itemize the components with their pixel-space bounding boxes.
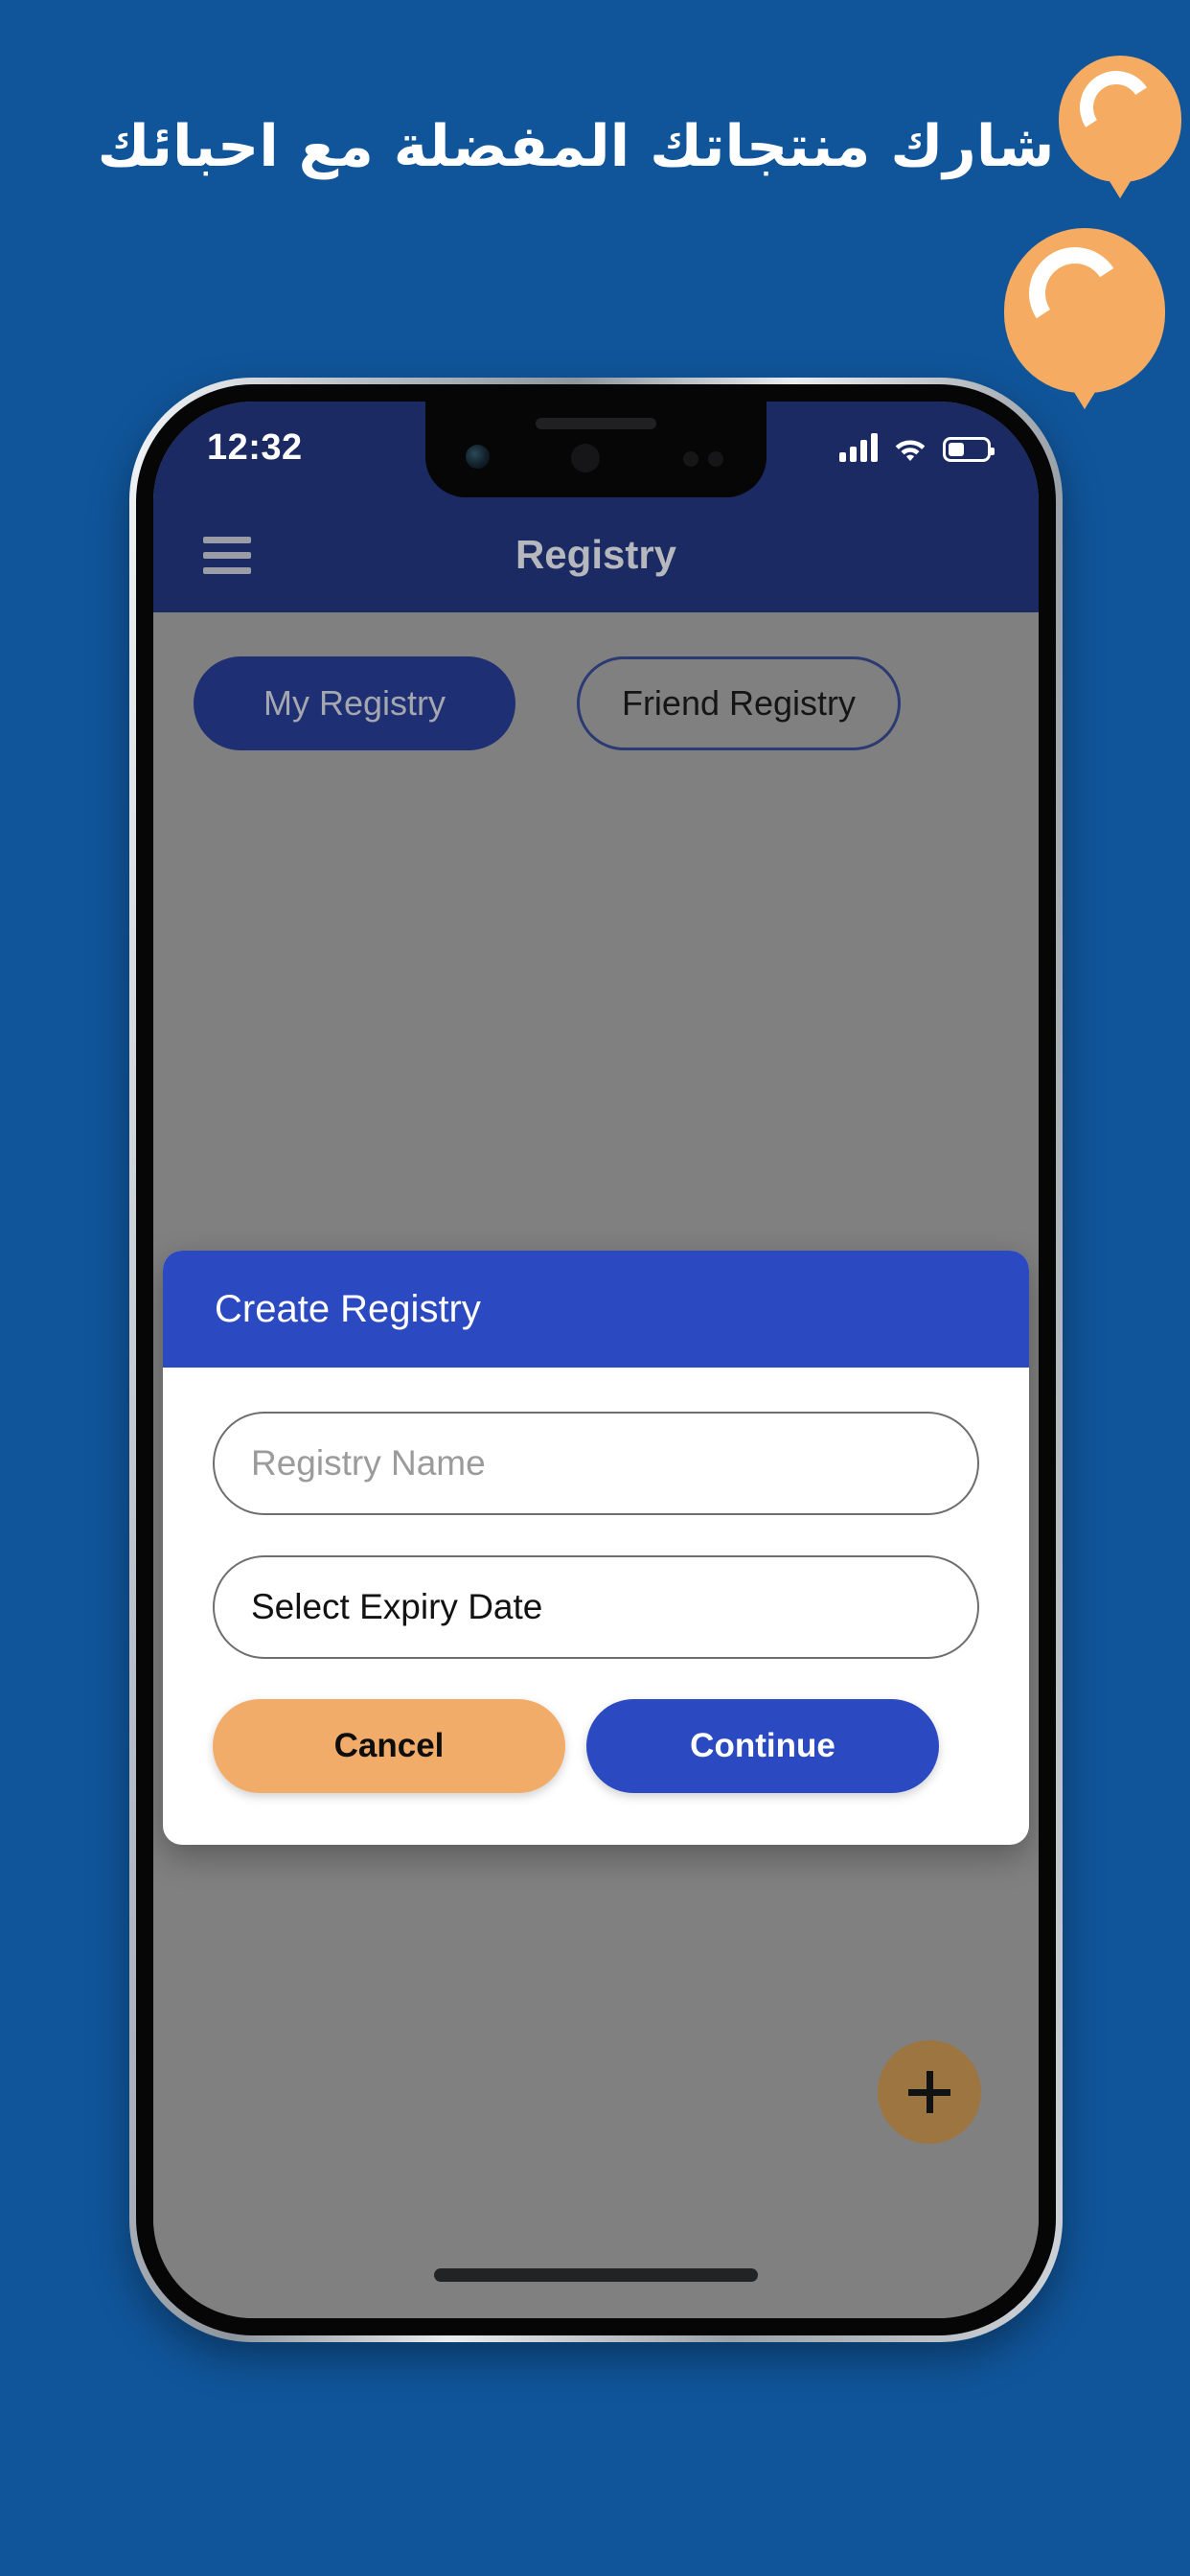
expiry-date-input[interactable]: Select Expiry Date — [213, 1555, 979, 1659]
status-bar-time: 12:32 — [207, 426, 303, 468]
dot-projector-sensor — [708, 451, 723, 467]
balloon-knot — [1069, 384, 1100, 409]
add-registry-fab[interactable] — [878, 2040, 981, 2144]
status-bar-icons — [839, 433, 995, 462]
home-indicator — [434, 2268, 758, 2282]
app-bar: Registry — [153, 497, 1039, 612]
expiry-date-value: Select Expiry Date — [251, 1587, 543, 1626]
proximity-sensor — [571, 444, 600, 472]
page-title: Registry — [515, 532, 677, 577]
dialog-actions: Cancel Continue — [213, 1699, 979, 1793]
balloon-body — [1059, 56, 1181, 198]
plus-icon — [908, 2071, 950, 2113]
tab-my-registry[interactable]: My Registry — [194, 656, 515, 750]
registry-name-placeholder: Registry Name — [251, 1443, 486, 1483]
signal-bars-icon — [839, 433, 878, 462]
ambient-sensor — [683, 451, 698, 467]
balloon-shine — [1020, 239, 1130, 348]
balloon-body — [1004, 228, 1165, 409]
phone-screen: 12:32 Registry My Registry Friend Regist… — [153, 402, 1039, 2318]
create-registry-dialog: Create Registry Registry Name Select Exp… — [163, 1251, 1029, 1845]
continue-button[interactable]: Continue — [586, 1699, 939, 1793]
balloon-decoration-bottom — [1004, 228, 1165, 409]
balloon-decoration-top — [1059, 56, 1181, 198]
balloon-shine — [1072, 63, 1160, 151]
phone-bezel: 12:32 Registry My Registry Friend Regist… — [136, 384, 1056, 2335]
wifi-icon — [893, 435, 927, 462]
battery-icon — [943, 437, 995, 462]
dialog-title: Create Registry — [215, 1287, 481, 1330]
phone-notch — [425, 402, 767, 497]
tab-friend-registry[interactable]: Friend Registry — [577, 656, 901, 750]
earpiece-speaker — [536, 418, 656, 429]
front-camera-icon — [466, 445, 490, 469]
hamburger-menu-icon[interactable] — [203, 536, 251, 574]
cancel-button[interactable]: Cancel — [213, 1699, 565, 1793]
balloon-knot — [1105, 173, 1135, 198]
dialog-header: Create Registry — [163, 1251, 1029, 1368]
registry-tab-row: My Registry Friend Registry — [153, 612, 1039, 750]
phone-mockup-frame: 12:32 Registry My Registry Friend Regist… — [129, 378, 1063, 2342]
dialog-body: Registry Name Select Expiry Date Cancel … — [163, 1368, 1029, 1845]
registry-name-input[interactable]: Registry Name — [213, 1412, 979, 1515]
promo-headline: شارك منتجاتك المفضلة مع احبائك — [97, 113, 1056, 180]
